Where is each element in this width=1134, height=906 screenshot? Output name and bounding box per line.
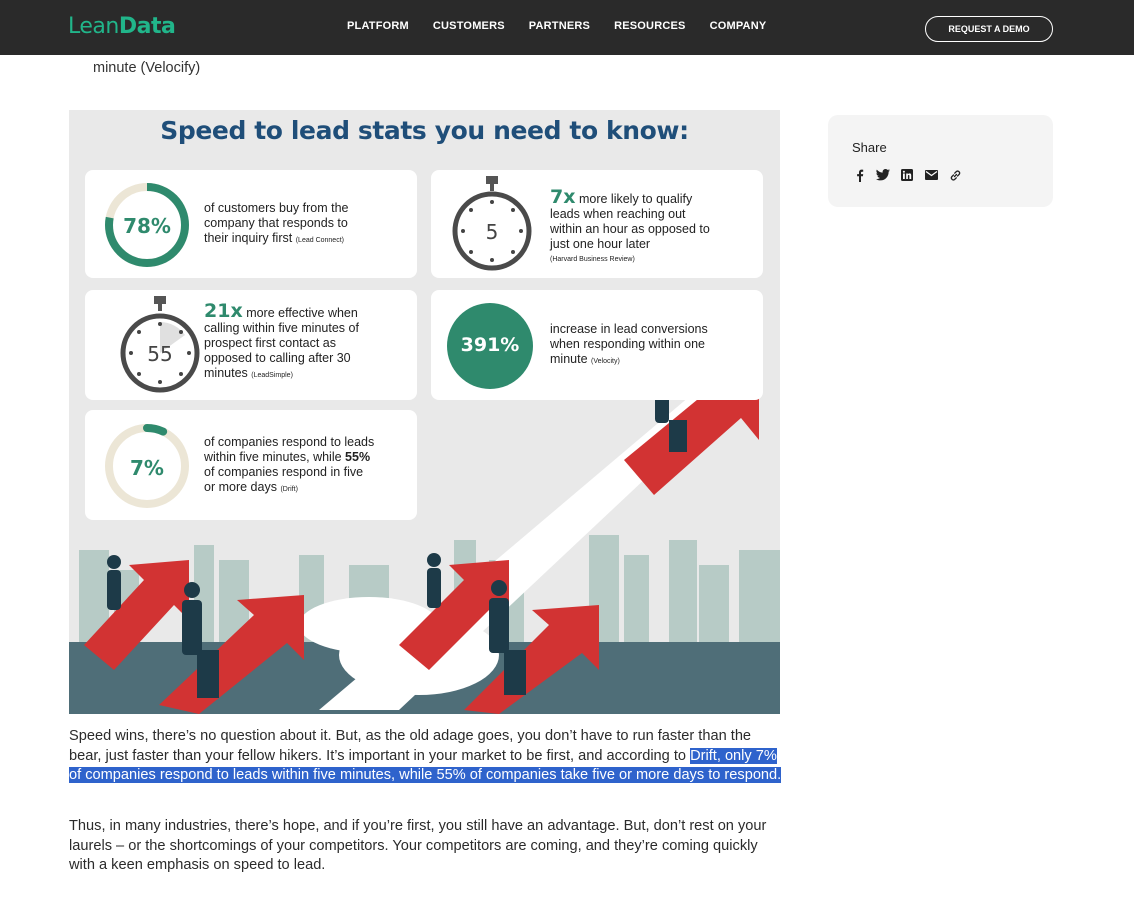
stat21x-line4: opposed to calling after 30 xyxy=(204,351,351,365)
stat21x-line2: calling within five minutes of xyxy=(204,321,359,335)
stat21x-line1: 21x more effective when xyxy=(204,302,409,321)
facebook-icon[interactable] xyxy=(852,168,866,182)
stat21x-line5-text: minutes xyxy=(204,366,248,380)
stat-value-78: 78% xyxy=(123,214,171,238)
previous-paragraph-fragment: minute (Velocify) xyxy=(93,60,201,76)
stat7x-line1-text: more likely to qualify xyxy=(578,192,693,206)
stat21x-line1-text: more effective when xyxy=(246,306,358,320)
linkedin-icon[interactable] xyxy=(900,168,914,182)
stat7x-line4: just one hour later xyxy=(550,237,651,251)
article-paragraph-2: Thus, in many industries, there’s hope, … xyxy=(69,818,767,873)
stat7x-line2: leads when reaching out xyxy=(550,207,686,221)
nav-company[interactable]: COMPANY xyxy=(710,20,767,32)
stat-card-391-percent: 391% increase in lead conversions when r… xyxy=(431,290,763,400)
stat391-source: (Velocity) xyxy=(591,358,620,365)
stat21x-line5: minutes (LeadSimple) xyxy=(204,366,409,383)
speed-to-lead-infographic: Speed to lead stats you need to know: 78… xyxy=(69,110,780,714)
stat391-line2: when responding within one xyxy=(550,337,705,351)
nav-customers[interactable]: CUSTOMERS xyxy=(433,20,505,32)
stat78-line1: of customers buy from the xyxy=(204,201,349,215)
stat21x-line3: prospect first contact as xyxy=(204,336,337,350)
stat7x-line1: 7x more likely to qualify xyxy=(550,188,755,207)
stat-value-7x: 7x xyxy=(550,186,576,208)
nav-partners[interactable]: PARTNERS xyxy=(529,20,590,32)
paragraph-1-text: Speed wins, there’s no question about it… xyxy=(69,728,752,764)
stat7x-line3: within an hour as opposed to xyxy=(550,222,710,236)
stat391-line1: increase in lead conversions xyxy=(550,322,708,336)
timer-value-5: 5 xyxy=(485,220,499,244)
stat-card-21x: 55 21x more effective when calling withi… xyxy=(85,290,417,400)
twitter-icon[interactable] xyxy=(876,168,890,182)
main-nav: PLATFORM CUSTOMERS PARTNERS RESOURCES CO… xyxy=(347,20,766,32)
stat-text-7x: 7x more likely to qualify leads when rea… xyxy=(550,188,755,267)
nav-platform[interactable]: PLATFORM xyxy=(347,20,409,32)
share-panel: Share xyxy=(828,115,1053,207)
stat-card-78-percent: 78% of customers buy from the company th… xyxy=(85,170,417,278)
request-demo-button[interactable]: REQUEST A DEMO xyxy=(925,16,1053,42)
stat-card-7-percent: 7% of companies respond to leads within … xyxy=(85,410,417,520)
share-title: Share xyxy=(852,140,887,155)
stat-text-78: of customers buy from the company that r… xyxy=(204,201,349,248)
share-icons xyxy=(852,168,962,182)
timer-value-55: 55 xyxy=(147,342,173,366)
stat-text-21x: 21x more effective when calling within f… xyxy=(204,302,409,383)
stat78-line3-text: their inquiry first xyxy=(204,231,293,245)
stat-value-7: 7% xyxy=(130,456,164,480)
stat-text-391: increase in lead conversions when respon… xyxy=(550,322,755,369)
logo-part-data: Data xyxy=(118,14,176,39)
stat7p-line4-text: or more days xyxy=(204,480,277,494)
stat7x-source: (Harvard Business Review) xyxy=(550,256,635,263)
stat21x-source: (LeadSimple) xyxy=(251,372,293,379)
stat78-line2: company that responds to xyxy=(204,216,348,230)
top-navigation-bar: LeanData PLATFORM CUSTOMERS PARTNERS RES… xyxy=(0,0,1134,55)
stat7p-line2-text: within five minutes, while xyxy=(204,450,342,464)
stat-card-7x: 5 7x more likely to qualify leads when r… xyxy=(431,170,763,278)
stat7p-line4: or more days (Drift) xyxy=(204,480,409,497)
stat78-line3: their inquiry first (Lead Connect) xyxy=(204,231,349,248)
email-icon[interactable] xyxy=(924,168,938,182)
logo-part-lean: Lean xyxy=(68,14,119,39)
stat78-source: (Lead Connect) xyxy=(295,237,344,244)
stat391-line3-text: minute xyxy=(550,352,588,366)
stat7p-line1: of companies respond to leads xyxy=(204,435,375,449)
stat7p-line2-bold: 55% xyxy=(345,450,371,464)
stat7p-line2: within five minutes, while 55% xyxy=(204,450,409,465)
link-icon[interactable] xyxy=(948,168,962,182)
nav-resources[interactable]: RESOURCES xyxy=(614,20,685,32)
stat7p-line3: of companies respond in five xyxy=(204,465,364,479)
stat-value-391: 391% xyxy=(460,334,520,356)
stat-value-21x: 21x xyxy=(204,300,243,322)
article-paragraph-1: Speed wins, there’s no question about it… xyxy=(69,727,784,786)
stat7p-source: (Drift) xyxy=(280,486,298,493)
stat391-line3: minute (Velocity) xyxy=(550,352,755,369)
leandata-logo[interactable]: LeanData xyxy=(68,14,176,39)
stat-text-7-percent: of companies respond to leads within fiv… xyxy=(204,435,409,497)
